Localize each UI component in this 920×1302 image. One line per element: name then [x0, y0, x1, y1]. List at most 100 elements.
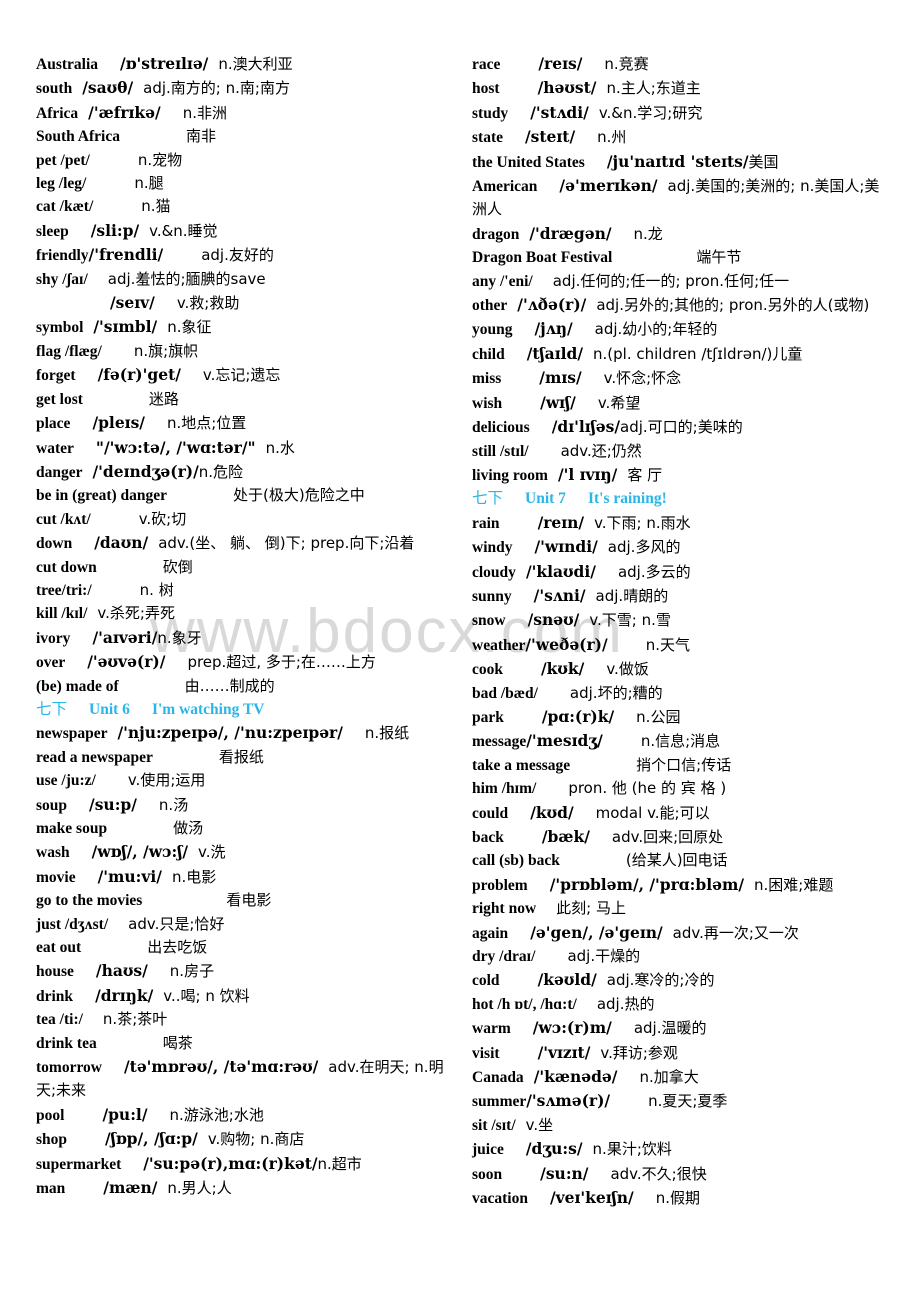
entry-word: host: [472, 80, 500, 98]
entry-word: delicious: [472, 419, 530, 437]
entry-gloss: n.夏天;夏季: [648, 1092, 728, 1111]
unit-title-label: It's raining!: [587, 490, 667, 508]
entry-gloss: v.怀念;怀念: [603, 369, 682, 388]
entry-word: soon: [472, 1165, 503, 1183]
entry-gloss: v.希望: [597, 393, 641, 412]
right-entries-after-heading: rain/reɪn/v.下雨; n.雨水 windy /'wɪndi/adj.多风的…: [472, 511, 884, 1211]
entry-gloss: v.&n.睡觉: [149, 221, 218, 240]
entry-gloss: modal v.能;可以: [595, 803, 710, 822]
vocabulary-page: Australia/ɒ'streɪlɪə/n.澳大利亚 south/saʊθ/ad…: [0, 0, 920, 1302]
entry-pronunciation: /wɪʃ/: [540, 392, 576, 412]
vocabulary-entry: man/mæn/n.男人;人: [36, 1176, 448, 1200]
vocabulary-entry: cut down 砍倒: [36, 556, 448, 579]
vocabulary-entry: snow/snəʊ/v.下雪; n.雪: [472, 608, 884, 632]
entry-pronunciation: /ə'merɪkən/: [559, 176, 658, 196]
entry-gloss: adv.回来;回原处: [611, 828, 724, 846]
entry-word: American: [472, 178, 538, 196]
vocabulary-entry: delicious/dɪ'lɪʃəs/adj.可口的;美味的: [472, 415, 884, 439]
entry-gloss: n.猫: [141, 197, 171, 216]
vocabulary-entry: rain/reɪn/v.下雨; n.雨水: [472, 511, 884, 535]
entry-pronunciation: /'ʌðə(r)/: [517, 295, 587, 315]
left-column: Australia/ɒ'streɪlɪə/n.澳大利亚 south/saʊθ/ad…: [36, 52, 448, 1201]
entry-word: drink: [36, 987, 74, 1005]
entry-gloss: 看电影: [226, 891, 272, 910]
vocabulary-entry: bad /bæd/adj.坏的;糟的: [472, 682, 884, 705]
vocabulary-entry: read a newspaper 看报纸: [36, 746, 448, 769]
entry-word: place: [36, 415, 71, 433]
vocabulary-entry: be in (great) danger 处于(极大)危险之中: [36, 484, 448, 507]
vocabulary-entry: Africa /'æfrɪkə/n.非洲: [36, 101, 448, 125]
vocabulary-entry: drink/drɪŋk/v..喝; n 饮料: [36, 984, 448, 1008]
entry-pronunciation: /ʃɒp/, /ʃɑ:p/: [105, 1129, 198, 1149]
entry-gloss: adv.还;仍然: [560, 441, 642, 460]
vocabulary-entry: tree/tri:/ n. 树: [36, 579, 448, 602]
entry-word: the United States: [472, 153, 585, 171]
entry-gloss: n.象征: [167, 318, 212, 337]
vocabulary-entry: South Africa 南非: [36, 125, 448, 148]
entry-pronunciation: /ɒ'streɪlɪə/: [120, 54, 209, 73]
vocabulary-entry: American/ə'merɪkən/adj.美国的;美洲的; n.美国人;美洲…: [472, 174, 884, 222]
entry-gloss: v.&n.学习;研究: [598, 103, 703, 122]
entry-gloss: adv.(坐、 躺、 倒)下; prep.向下;沿着: [158, 534, 415, 553]
entry-word: hot /h ɒt/, /hɑ:t/: [472, 995, 577, 1013]
entry-word: forget: [36, 367, 76, 385]
entry-word: flag /flæg/: [36, 342, 102, 360]
vocabulary-entry: movie /'mu:vi/n.电影: [36, 865, 448, 889]
entry-word: sit /sɪt/: [472, 1116, 516, 1134]
entry-gloss: n.信息;消息: [640, 732, 721, 751]
entry-pronunciation: /pu:l/: [102, 1104, 148, 1124]
unit-title-label: I'm watching TV: [151, 700, 265, 718]
entry-word: wish: [472, 394, 503, 412]
entry-gloss: adj.晴朗的: [595, 586, 669, 605]
entry-word: still /stɪl/: [472, 442, 529, 460]
vocabulary-entry: hot /h ɒt/, /hɑ:t/adj.热的: [472, 993, 884, 1016]
entry-word: Africa: [36, 104, 79, 122]
vocabulary-entry: juice/dʒu:s/n.果汁;饮料: [472, 1137, 884, 1161]
entry-word: warm: [472, 1020, 511, 1038]
entry-word: miss: [472, 370, 502, 388]
entry-pronunciation: /ə'gen/, /ə'geɪn/: [530, 922, 663, 942]
entry-pronunciation: /steɪt/: [525, 127, 576, 147]
vocabulary-entry: Dragon Boat Festival 端午节: [472, 246, 884, 269]
entry-pronunciation: /su:n/: [540, 1163, 589, 1183]
entry-pronunciation: /dɪ'lɪʃəs/: [551, 417, 620, 437]
entry-word: south: [36, 80, 73, 98]
vocabulary-entry: forget/fə(r)'get/v.忘记;遗忘: [36, 363, 448, 387]
entry-gloss: adj.羞怯的;腼腆的save: [107, 269, 266, 288]
entry-word: kill /kɪl/: [36, 605, 88, 623]
entry-word: him /hɪm/: [472, 780, 537, 798]
vocabulary-entry: Canada /'kænədə/n.加拿大: [472, 1065, 884, 1089]
entry-gloss: pron. 他 (he 的 宾 格 ): [568, 779, 727, 798]
entry-word: sunny: [472, 587, 512, 605]
vocabulary-entry: back/bæk/adv.回来;回原处: [472, 825, 884, 849]
entry-pronunciation: /'mesɪdʒ/: [526, 731, 603, 751]
entry-gloss: n.非洲: [182, 103, 227, 122]
entry-gloss: 处于(极大)危险之中: [233, 486, 365, 505]
entry-pronunciation: /su:p/: [89, 794, 137, 814]
vocabulary-entry: state/steɪt/n.州: [472, 125, 884, 149]
entry-word: ivory: [36, 629, 71, 647]
entry-pronunciation: /haʊs/: [95, 961, 148, 981]
vocabulary-entry: symbol /'sɪmbl/n.象征: [36, 315, 448, 339]
entry-word: house: [36, 963, 74, 981]
vocabulary-entry: flag /flæg/n.旗;旗帜: [36, 340, 448, 363]
vocabulary-entry: cut /kʌt/v.砍;切: [36, 508, 448, 531]
entry-pronunciation: /snəʊ/: [527, 610, 580, 630]
entry-word: dragon: [472, 225, 520, 243]
entry-pronunciation: /'sʌmə(r)/: [526, 1091, 611, 1111]
vocabulary-entry: living room /'l ɪvɪŋ/客 厅: [472, 463, 884, 487]
entry-word: make soup: [36, 820, 108, 837]
unit-grade-label: 七下: [472, 489, 504, 508]
entry-gloss: v.下雨; n.雨水: [594, 513, 691, 532]
vocabulary-entry: him /hɪm/pron. 他 (he 的 宾 格 ): [472, 777, 884, 800]
vocabulary-entry: host/həʊst/n.主人;东道主: [472, 76, 884, 100]
entry-word: other: [472, 297, 508, 315]
entry-pronunciation: /dʒu:s/: [525, 1139, 583, 1159]
entry-pronunciation: /kʊd/: [530, 802, 574, 822]
entry-word: pet /pet/: [36, 151, 90, 169]
entry-gloss: n.天气: [645, 635, 690, 654]
vocabulary-entry: wash/wɒʃ/, /wɔ:ʃ/v.洗: [36, 840, 448, 864]
vocabulary-entry: over /'əʊvə(r)/ prep.超过, 多于;在……上方: [36, 650, 448, 674]
entry-word: wash: [36, 844, 70, 862]
entry-pronunciation: /'vɪzɪt/: [537, 1042, 591, 1062]
